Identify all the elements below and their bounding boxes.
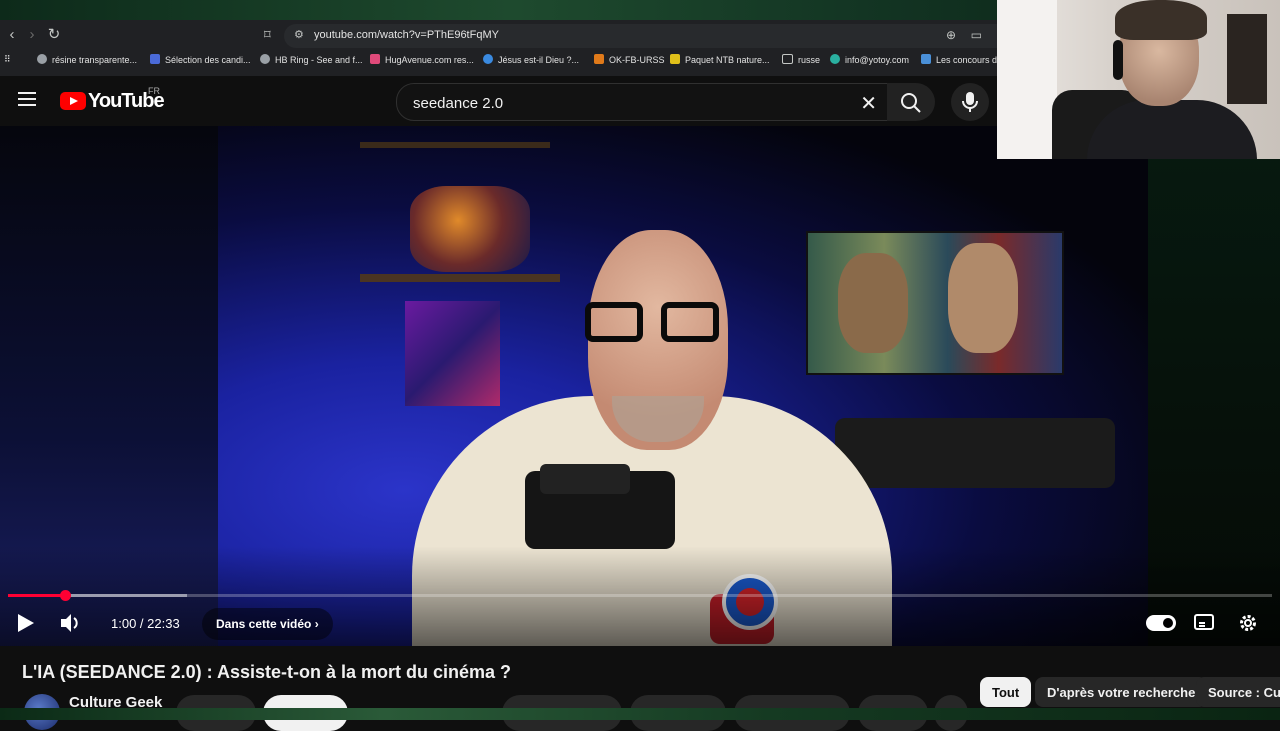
- voice-search-button[interactable]: [951, 83, 989, 121]
- bookmark-item[interactable]: Paquet NTB nature...: [670, 54, 770, 65]
- play-icon: [18, 614, 34, 632]
- webcam-person-hair: [1115, 0, 1207, 40]
- cast-icon[interactable]: ▭: [971, 28, 982, 42]
- video-presenter-glasses: [585, 298, 731, 344]
- search-icon: [901, 93, 921, 113]
- forward-icon[interactable]: ›: [24, 27, 40, 43]
- bookmark-favicon-icon: [921, 54, 931, 64]
- apps-icon[interactable]: ⠿: [4, 54, 11, 65]
- clear-search-icon[interactable]: ✕: [860, 91, 877, 116]
- youtube-header: YouTube FR ✕: [0, 76, 1000, 126]
- bookmark-icon[interactable]: ⌑: [264, 27, 278, 43]
- bookmark-item[interactable]: HugAvenue.com res...: [370, 54, 474, 65]
- bookmark-favicon-icon: [830, 54, 840, 64]
- chapters-button[interactable]: Dans cette vidéo ›: [202, 608, 333, 640]
- webcam-picture-frame: [1227, 14, 1267, 104]
- chapter-label: Dans cette vidéo: [216, 617, 312, 631]
- desktop-background-strip: [0, 708, 1280, 720]
- youtube-play-logo-icon: [60, 92, 86, 110]
- bookmark-favicon-icon: [670, 54, 680, 64]
- recommendation-chips: Tout D'après votre recherche Source : Cu…: [980, 677, 1280, 709]
- scrubber-handle[interactable]: [59, 590, 71, 601]
- bookmark-item[interactable]: Sélection des candi...: [150, 54, 251, 65]
- bookmark-favicon-icon: [370, 54, 380, 64]
- address-bar[interactable]: ⚙ youtube.com/watch?v=PThE96tFqMY ⊕ ▭: [284, 24, 1000, 48]
- address-row: ‹ › ↻ ⌑ ⚙ youtube.com/watch?v=PThE96tFqM…: [0, 20, 1000, 50]
- play-button[interactable]: [14, 610, 38, 636]
- menu-icon[interactable]: [18, 92, 36, 106]
- region-code: FR: [148, 86, 160, 96]
- settings-button[interactable]: [1238, 613, 1258, 638]
- webcam-overlay: [997, 0, 1280, 159]
- chip-from-search[interactable]: D'après votre recherche: [1035, 677, 1208, 707]
- bookmark-item[interactable]: russe: [782, 54, 820, 65]
- bookmark-favicon-icon: [594, 54, 604, 64]
- chip-source[interactable]: Source : Cult: [1196, 677, 1280, 707]
- microphone-icon: [962, 92, 978, 112]
- autoplay-toggle[interactable]: [1146, 615, 1176, 631]
- reload-icon[interactable]: ↻: [46, 27, 62, 43]
- search-box[interactable]: ✕: [396, 83, 890, 121]
- progress-bar[interactable]: [8, 590, 1272, 601]
- webcam-wall: [997, 0, 1057, 159]
- subtitles-icon[interactable]: [1194, 614, 1214, 630]
- browser-chrome: ‹ › ↻ ⌑ ⚙ youtube.com/watch?v=PThE96tFqM…: [0, 20, 1000, 76]
- video-shelf: [360, 274, 560, 282]
- bookmark-item[interactable]: résine transparente...: [37, 54, 137, 65]
- volume-icon: [61, 614, 78, 632]
- chevron-right-icon: ›: [314, 617, 319, 631]
- video-player[interactable]: [0, 126, 1280, 646]
- headset-icon: [1113, 40, 1123, 80]
- bookmarks-bar: ⠿ résine transparente... Sélection des c…: [0, 51, 1000, 71]
- bookmark-item[interactable]: info@yotoy.com: [830, 54, 909, 65]
- bookmark-favicon-icon: [150, 54, 160, 64]
- bookmark-favicon-icon: [37, 54, 47, 64]
- bookmark-favicon-icon: [483, 54, 493, 64]
- url-text[interactable]: youtube.com/watch?v=PThE96tFqMY: [314, 29, 499, 41]
- bookmark-item[interactable]: Les concours d': [921, 54, 999, 65]
- gear-icon: [1240, 615, 1256, 631]
- bookmark-item[interactable]: HB Ring - See and f...: [260, 54, 363, 65]
- site-settings-icon[interactable]: ⚙: [294, 28, 304, 41]
- video-sofa: [835, 418, 1115, 488]
- search-button[interactable]: [887, 83, 935, 121]
- zoom-icon[interactable]: ⊕: [946, 28, 956, 42]
- bookmark-favicon-icon: [260, 54, 270, 64]
- back-icon[interactable]: ‹: [4, 27, 20, 43]
- search-input[interactable]: [411, 92, 835, 114]
- video-tv-screen: [806, 231, 1064, 375]
- bookmark-item[interactable]: Jésus est-il Dieu ?...: [483, 54, 579, 65]
- folder-icon: [782, 54, 793, 64]
- video-poster: [405, 301, 500, 406]
- time-display: 1:00 / 22:33: [111, 616, 180, 631]
- progress-fill: [8, 594, 65, 597]
- chip-all[interactable]: Tout: [980, 677, 1032, 707]
- video-shelf: [360, 142, 550, 148]
- video-microphone-head: [540, 464, 630, 494]
- bookmark-item[interactable]: OK-FB-URSS: [594, 54, 665, 65]
- volume-button[interactable]: [58, 610, 82, 636]
- video-figurine: [410, 186, 530, 272]
- video-title: L'IA (SEEDANCE 2.0) : Assiste-t-on à la …: [22, 662, 512, 682]
